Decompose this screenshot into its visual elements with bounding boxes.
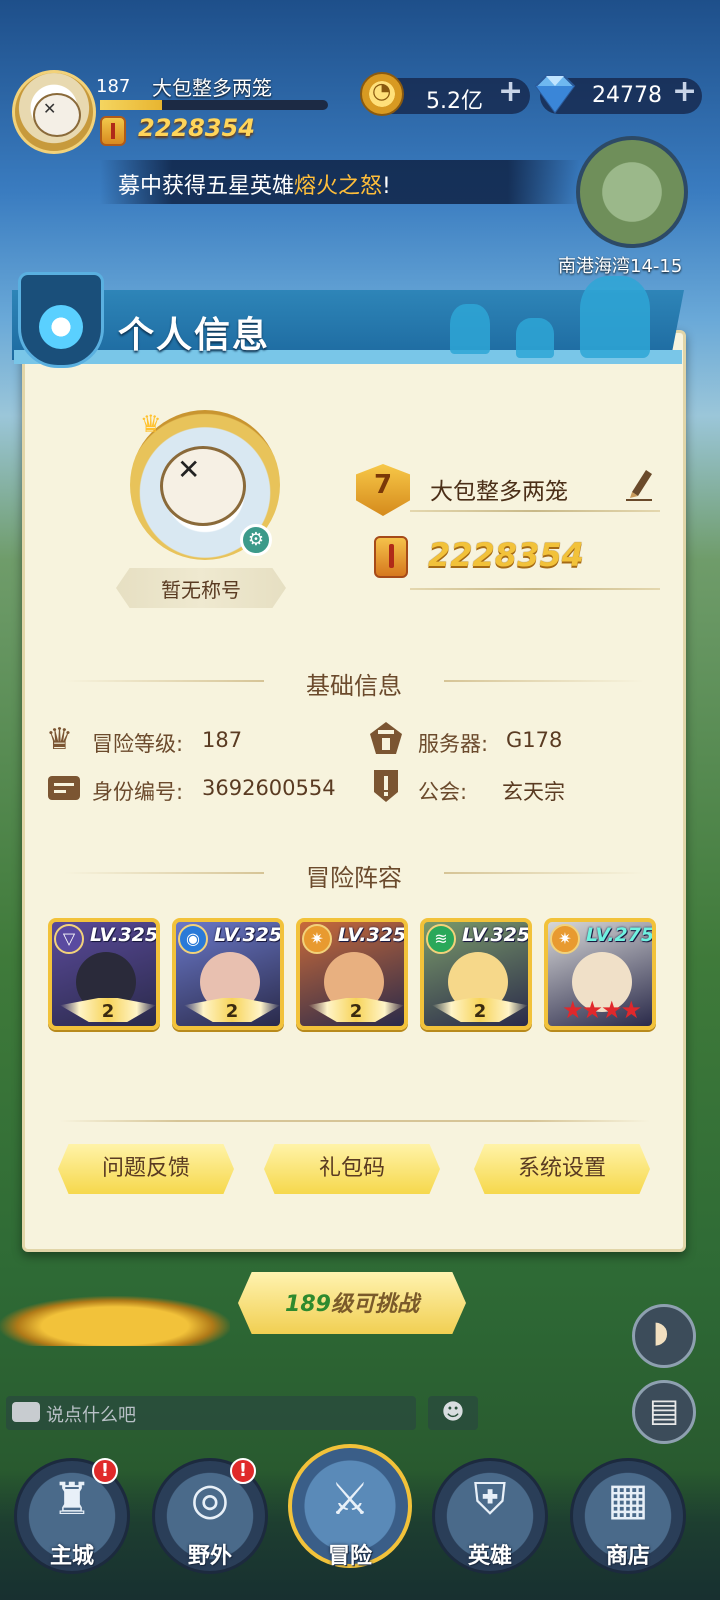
nav-main-city-icon: ♜ (52, 1474, 92, 1525)
hero-card[interactable]: ▽ LV.325 2 (48, 918, 160, 1030)
section-divider-right (444, 872, 644, 874)
panel-bottom-divider (60, 1120, 650, 1122)
id-label: 身份编号: (92, 780, 184, 804)
section-divider-left (64, 872, 264, 874)
gem-value: 24778 (592, 83, 662, 108)
gift-code-button[interactable]: 礼包码 (264, 1144, 440, 1194)
announcement-text: 募中获得五星英雄熔火之怒! (118, 174, 391, 199)
add-gem-button[interactable]: + (672, 74, 697, 109)
lineup-heading: 冒险阵容 (306, 864, 402, 892)
hero-level: LV.325 (338, 924, 407, 946)
hero-star-count: 2 (473, 1001, 487, 1022)
xp-bar-fill (100, 100, 162, 110)
server-castle-icon (370, 722, 402, 754)
gold-pile-decoration (0, 1296, 230, 1346)
hero-element-wind-icon: ≋ (426, 924, 456, 954)
hero-element-light-icon: ✷ (550, 924, 580, 954)
hero-card[interactable]: ✷ LV.325 2 (296, 918, 408, 1030)
emoji-icon[interactable]: ☻ (428, 1396, 478, 1430)
combat-power-value: 2228354 (138, 114, 255, 142)
basic-info-heading: 基础信息 (306, 672, 402, 700)
chat-placeholder: 说点什么吧 (46, 1405, 136, 1426)
challenge-text: 189级可挑战 (285, 1292, 419, 1317)
guild-value: 玄天宗 (502, 780, 565, 804)
decor-knight-icon (580, 276, 650, 358)
minimap-location: 南港海湾14-15 (558, 256, 683, 277)
crown-icon: ♛ (46, 722, 73, 757)
hero-level: LV.325 (462, 924, 531, 946)
feedback-button[interactable]: 问题反馈 (58, 1144, 234, 1194)
hero-element-light-icon: ✷ (302, 924, 332, 954)
player-title-text: 暂无称号 (161, 578, 241, 602)
combat-power-icon (100, 116, 126, 146)
server-value: G178 (506, 728, 563, 752)
panel-emblem-icon (18, 272, 104, 368)
power-divider (410, 588, 660, 590)
horn-icon[interactable] (632, 1304, 696, 1368)
nav-wilderness-label: 野外 (187, 1544, 232, 1569)
nav-heroes-label: 英雄 (467, 1544, 512, 1569)
avatar-face-icon (33, 93, 81, 137)
profile-power-icon (374, 536, 408, 578)
emblem-core (39, 305, 83, 349)
section-divider-left (64, 680, 264, 682)
hero-card[interactable]: ◉ LV.325 2 (172, 918, 284, 1030)
adventure-level-label: 冒险等级: (92, 732, 184, 756)
player-level: 187 (96, 76, 131, 97)
hero-card[interactable]: ≋ LV.325 2 (420, 918, 532, 1030)
gold-coin-icon (360, 72, 404, 116)
nav-main-city-label: 主城 (49, 1544, 94, 1569)
diamond-icon (534, 75, 576, 114)
id-value: 3692600554 (202, 776, 336, 800)
hero-star-rating: ★★★★ (562, 996, 642, 1024)
xp-bar (100, 100, 328, 110)
guild-label: 公会: (418, 780, 468, 804)
vip-level: 7 (373, 470, 393, 500)
nav-heroes-icon: ⛨ (473, 1474, 507, 1525)
add-gold-button[interactable]: + (498, 74, 523, 109)
hero-element-dark-icon: ▽ (54, 924, 84, 954)
nav-adventure-label: 冒险 (327, 1544, 372, 1569)
avatar-crown-icon: ♛ (140, 410, 162, 438)
id-card-icon (48, 776, 80, 800)
quest-book-icon[interactable] (632, 1380, 696, 1444)
nav-alert-badge: ! (92, 1458, 118, 1484)
guild-shield-icon (374, 770, 398, 802)
player-avatar[interactable] (12, 70, 96, 154)
minimap[interactable] (576, 136, 688, 248)
hero-card[interactable]: ✷ LV.275 ★★★★ (544, 918, 656, 1030)
nav-wilderness-icon: ◎ (190, 1474, 230, 1525)
nav-adventure-icon: ⚔ (330, 1474, 370, 1525)
hero-star-count: 2 (101, 1001, 115, 1022)
challenge-level: 189 (285, 1292, 331, 1317)
profile-power-value: 2228354 (428, 536, 584, 574)
decor-statue-icon (450, 304, 490, 354)
player-name: 大包整多两笼 (152, 76, 272, 100)
hero-star-count: 2 (225, 1001, 239, 1022)
chat-bubble-icon (12, 1402, 40, 1422)
avatar-face-icon (160, 446, 246, 526)
announcement-highlight: 熔火之怒 (294, 174, 383, 199)
nav-alert-badge: ! (230, 1458, 256, 1484)
server-label: 服务器: (418, 732, 489, 756)
system-settings-button[interactable]: 系统设置 (474, 1144, 650, 1194)
hero-star-count: 2 (349, 1001, 363, 1022)
nav-shop-label: 商店 (605, 1544, 650, 1569)
avatar-settings-gear-icon[interactable]: ⚙ (240, 524, 272, 556)
name-divider (410, 510, 660, 512)
hero-level: LV.275 (586, 924, 655, 946)
hero-level: LV.325 (90, 924, 159, 946)
hero-element-water-icon: ◉ (178, 924, 208, 954)
section-divider-right (444, 680, 644, 682)
gold-value: 5.2亿 (426, 89, 483, 114)
panel-title: 个人信息 (118, 315, 271, 356)
edit-name-pencil-icon[interactable] (622, 466, 656, 502)
adventure-level-value: 187 (202, 728, 243, 752)
profile-name: 大包整多两笼 (430, 479, 568, 505)
nav-shop-icon: ▦ (607, 1474, 649, 1525)
hero-level: LV.325 (214, 924, 283, 946)
decor-cat-icon (516, 318, 554, 358)
